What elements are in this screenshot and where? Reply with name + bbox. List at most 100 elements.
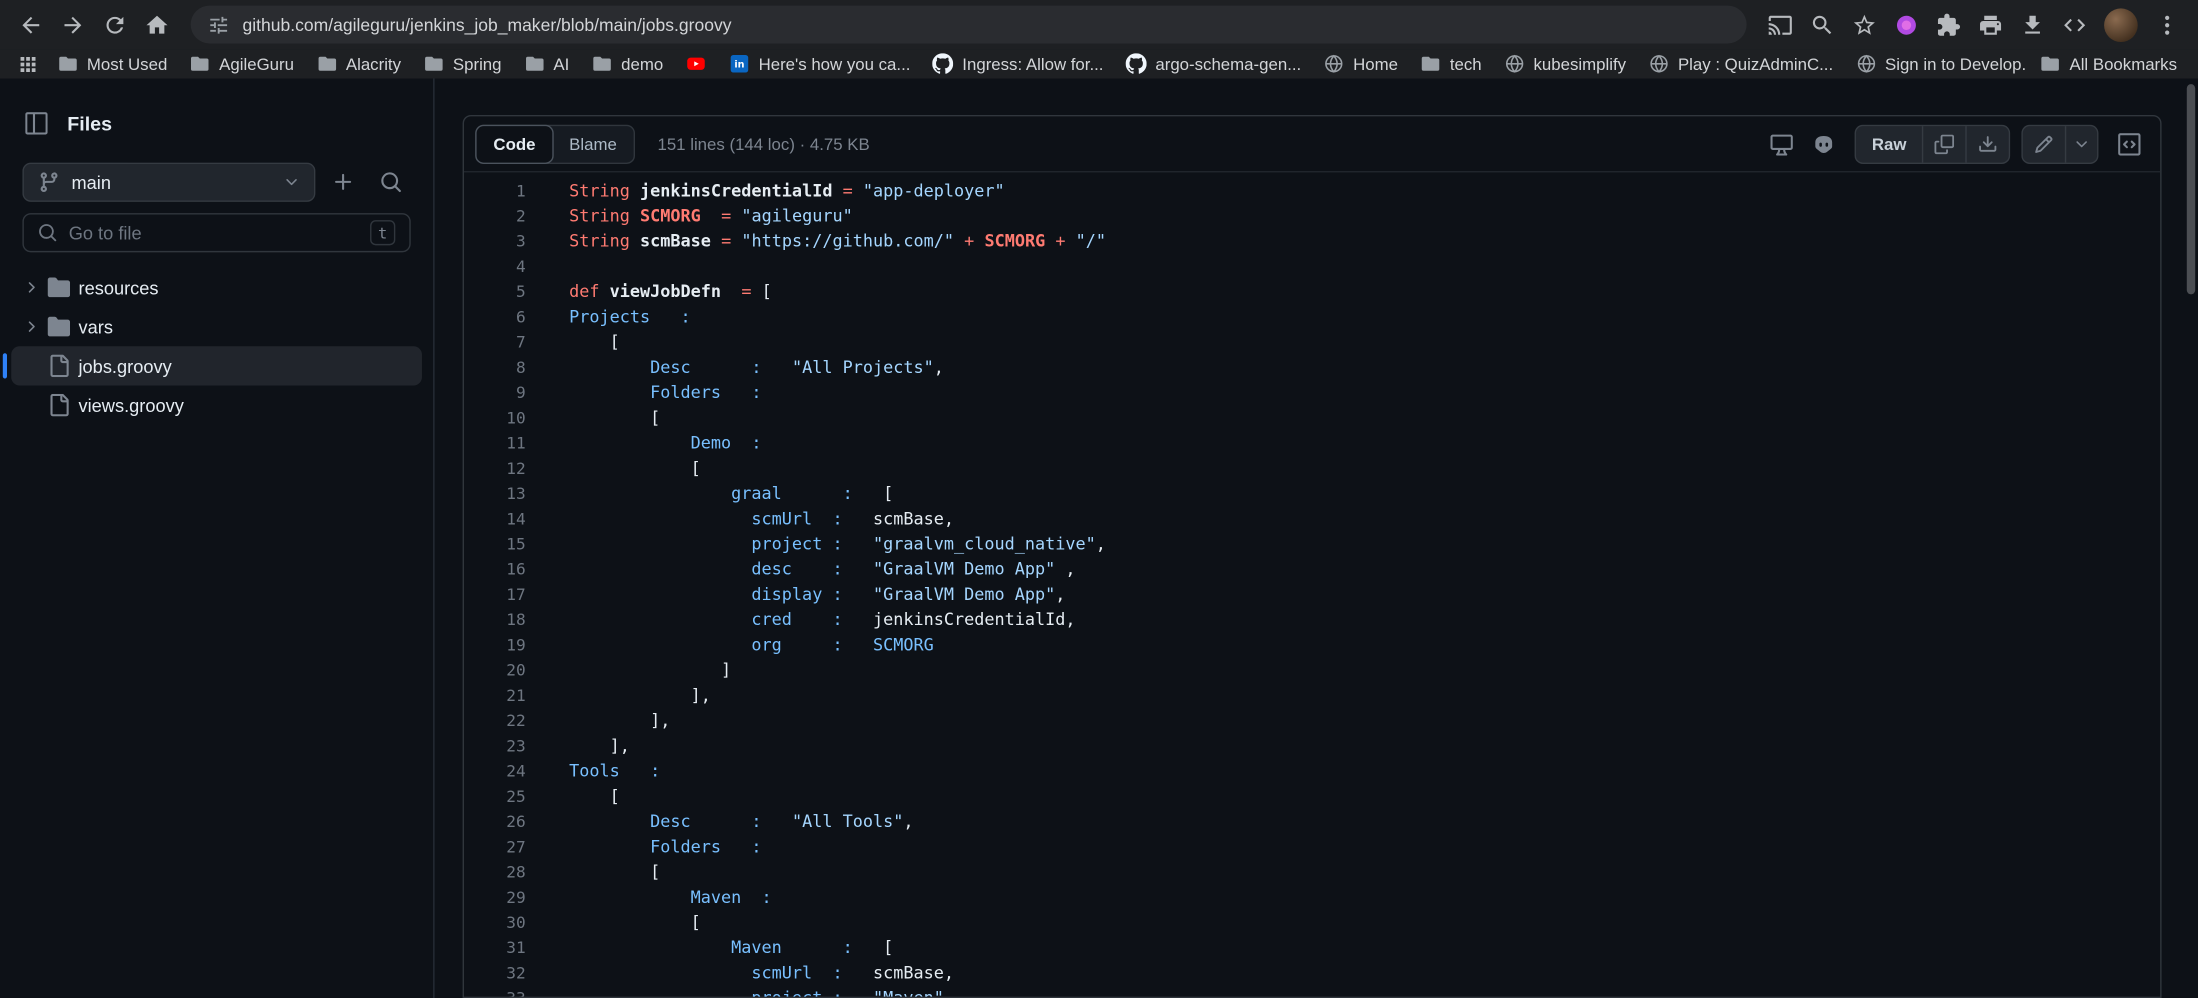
download-raw-button[interactable] <box>1965 125 2008 161</box>
home-button[interactable] <box>137 5 176 44</box>
line-number[interactable]: 3 <box>464 228 526 253</box>
star-icon <box>1852 12 1877 37</box>
reload-button[interactable] <box>95 5 134 44</box>
code-line: 4 <box>464 254 2160 279</box>
bookmark-item[interactable]: AgileGuru <box>180 52 304 76</box>
code-line: 33 project : "Maven", <box>464 985 2160 998</box>
folder-icon <box>1420 53 1441 74</box>
code-text: cred : jenkinsCredentialId, <box>526 607 1076 632</box>
bookmark-item[interactable]: tech <box>1411 52 1492 76</box>
line-number[interactable]: 24 <box>464 758 526 783</box>
branch-selector[interactable]: main <box>22 163 315 202</box>
line-number[interactable]: 13 <box>464 481 526 506</box>
line-number[interactable]: 4 <box>464 254 526 279</box>
line-number[interactable]: 6 <box>464 304 526 329</box>
line-number[interactable]: 33 <box>464 985 526 998</box>
bookmark-item[interactable]: Alacrity <box>307 52 411 76</box>
printer-button[interactable] <box>1971 5 2010 44</box>
line-number[interactable]: 20 <box>464 657 526 682</box>
tab-blame[interactable]: Blame <box>552 125 633 161</box>
line-number[interactable]: 31 <box>464 935 526 960</box>
all-bookmarks-button[interactable]: All Bookmarks <box>2030 52 2187 76</box>
go-to-file-input[interactable]: Go to file t <box>22 213 410 252</box>
edit-options-button[interactable] <box>2065 125 2097 161</box>
search-repo-button[interactable] <box>371 163 410 202</box>
line-number[interactable]: 10 <box>464 405 526 430</box>
line-number[interactable]: 22 <box>464 708 526 733</box>
bookmark-item[interactable]: Play : QuizAdminC... <box>1639 52 1843 76</box>
profile-avatar[interactable] <box>2104 8 2138 42</box>
copy-raw-button[interactable] <box>1922 125 1965 161</box>
file-tree: resourcesvars jobs.groovy views.groovy <box>11 268 422 425</box>
add-file-button[interactable] <box>324 163 363 202</box>
extension-badge-button[interactable] <box>1887 5 1926 44</box>
bookmark-item[interactable]: Spring <box>414 52 512 76</box>
line-number[interactable]: 19 <box>464 632 526 657</box>
bookmark-item[interactable]: Ingress: Allow for... <box>923 52 1113 76</box>
copilot-button[interactable] <box>1805 124 1844 163</box>
tab-code[interactable]: Code <box>475 124 554 163</box>
monitor-button[interactable] <box>1762 124 1801 163</box>
line-number[interactable]: 14 <box>464 506 526 531</box>
line-number[interactable]: 27 <box>464 834 526 859</box>
bookmark-item[interactable]: kubesimplify <box>1494 52 1636 76</box>
tree-item-jobs-groovy[interactable]: jobs.groovy <box>11 346 422 385</box>
tree-item-label: jobs.groovy <box>79 355 172 376</box>
bookmark-item[interactable]: AI <box>514 52 579 76</box>
collapse-file-tree-button[interactable] <box>17 104 56 143</box>
back-button[interactable] <box>11 5 50 44</box>
code-line: 20 ] <box>464 657 2160 682</box>
raw-button[interactable]: Raw <box>1856 125 1921 161</box>
bookmark-item[interactable]: argo-schema-gen... <box>1116 52 1311 76</box>
bookmark-item[interactable] <box>676 52 717 76</box>
bookmark-item[interactable]: Sign in to Develop... <box>1846 52 2028 76</box>
line-number[interactable]: 9 <box>464 380 526 405</box>
star-button[interactable] <box>1845 5 1884 44</box>
bookmark-item[interactable]: Home <box>1314 52 1408 76</box>
line-number[interactable]: 23 <box>464 733 526 758</box>
line-number[interactable]: 26 <box>464 809 526 834</box>
magnifier-button[interactable] <box>1803 5 1842 44</box>
line-number[interactable]: 18 <box>464 607 526 632</box>
tree-item-views-groovy[interactable]: views.groovy <box>11 385 422 424</box>
line-number[interactable]: 11 <box>464 430 526 455</box>
cast-button[interactable] <box>1761 5 1800 44</box>
line-number[interactable]: 5 <box>464 279 526 304</box>
puzzle-icon <box>1936 12 1961 37</box>
line-number[interactable]: 12 <box>464 456 526 481</box>
line-number[interactable]: 8 <box>464 355 526 380</box>
forward-button[interactable] <box>53 5 92 44</box>
tree-item-vars[interactable]: vars <box>11 307 422 346</box>
bookmark-item[interactable]: inHere's how you ca... <box>719 52 920 76</box>
puzzle-button[interactable] <box>1929 5 1968 44</box>
line-number[interactable]: 28 <box>464 859 526 884</box>
folder-icon <box>423 53 444 74</box>
symbols-panel-button[interactable] <box>2110 124 2149 163</box>
address-bar[interactable]: github.com/agileguru/jenkins_job_maker/b… <box>191 6 1747 44</box>
line-number[interactable]: 15 <box>464 531 526 556</box>
line-number[interactable]: 29 <box>464 885 526 910</box>
code-button[interactable] <box>2055 5 2094 44</box>
download-button[interactable] <box>2013 5 2052 44</box>
line-number[interactable]: 21 <box>464 683 526 708</box>
line-number[interactable]: 1 <box>464 178 526 203</box>
line-number[interactable]: 25 <box>464 784 526 809</box>
code-text: [ <box>526 859 661 884</box>
bookmark-item[interactable]: Most Used <box>48 52 177 76</box>
bookmark-item[interactable]: demo <box>582 52 673 76</box>
code-line: 1String jenkinsCredentialId = "app-deplo… <box>464 178 2160 203</box>
tree-item-resources[interactable]: resources <box>11 268 422 307</box>
line-number[interactable]: 17 <box>464 582 526 607</box>
line-number[interactable]: 16 <box>464 557 526 582</box>
site-settings-icon[interactable] <box>207 13 229 35</box>
line-number[interactable]: 2 <box>464 203 526 228</box>
code-text: [ <box>526 456 701 481</box>
line-number[interactable]: 32 <box>464 960 526 985</box>
menu-button[interactable] <box>2148 5 2187 44</box>
scrollbar-thumb[interactable] <box>2187 84 2195 294</box>
edit-file-button[interactable] <box>2023 125 2065 161</box>
line-number[interactable]: 7 <box>464 329 526 354</box>
apps-button[interactable] <box>11 51 45 76</box>
line-number[interactable]: 30 <box>464 910 526 935</box>
chevron-down-icon <box>2073 135 2090 152</box>
